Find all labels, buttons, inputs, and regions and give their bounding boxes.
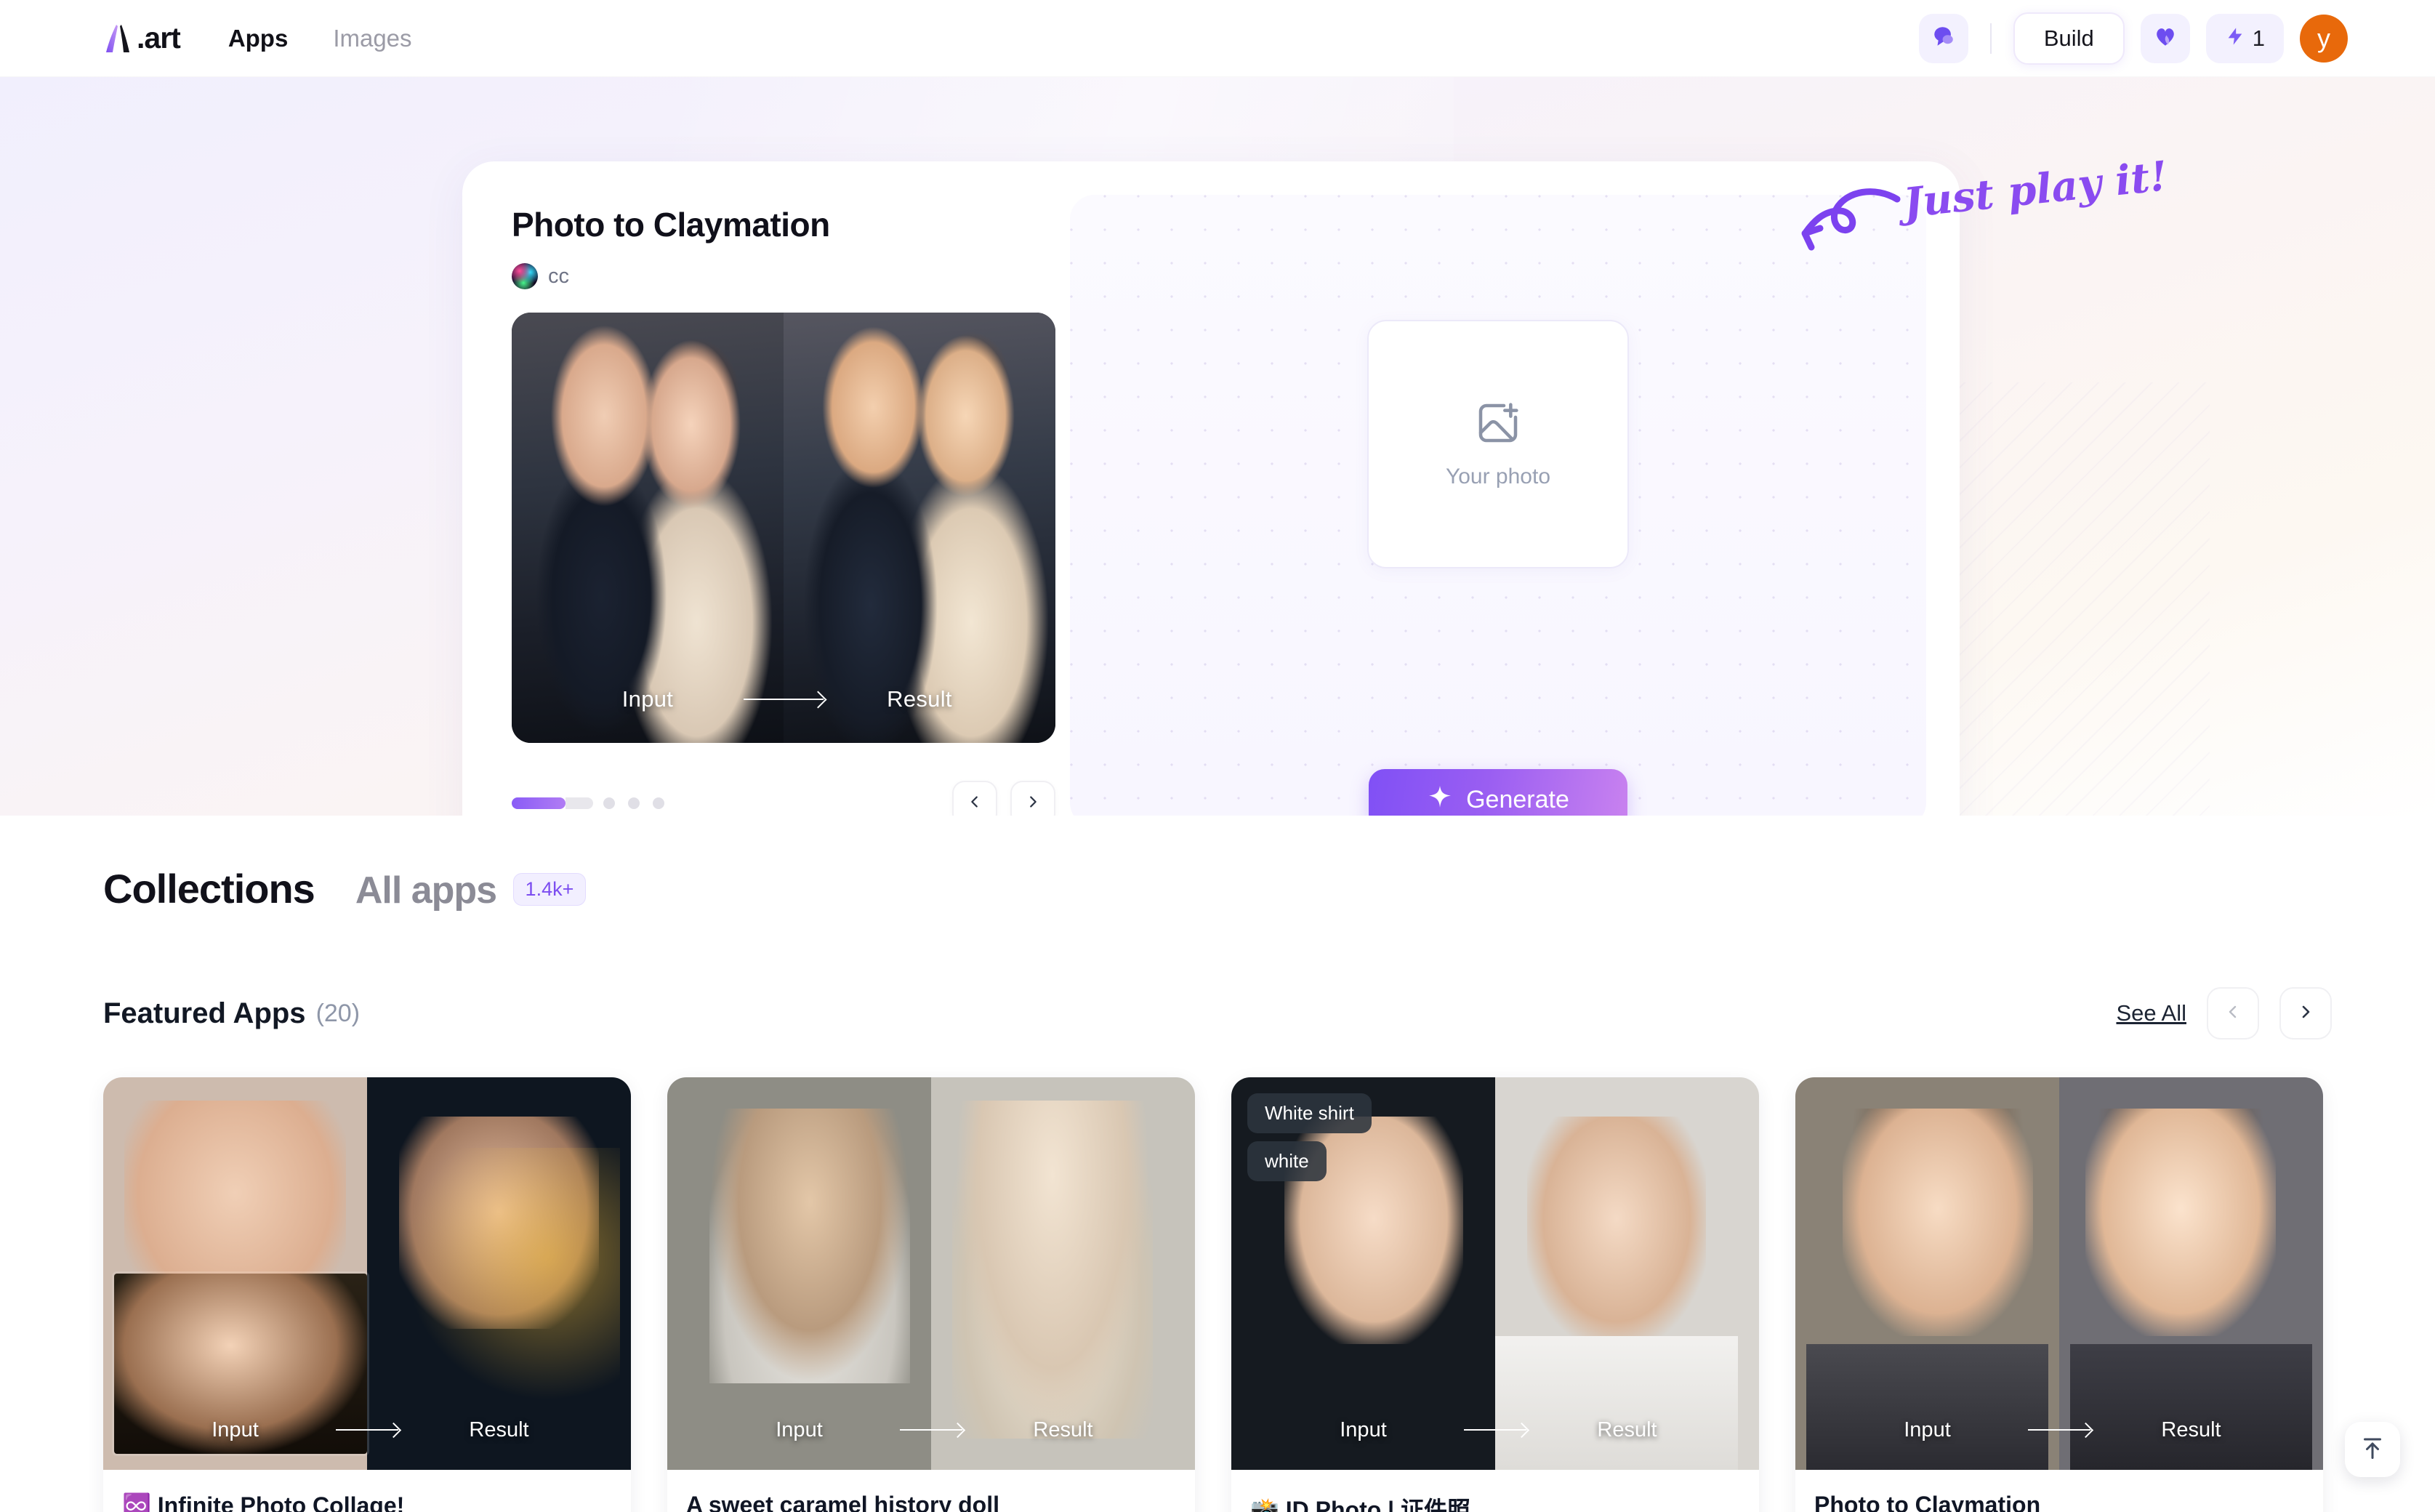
see-all-link[interactable]: See All xyxy=(2116,1000,2186,1026)
arrow-right-icon xyxy=(900,1429,962,1431)
arrow-to-top-icon xyxy=(2359,1435,2386,1465)
card-input-label: Input xyxy=(1340,1418,1387,1441)
carousel-dot[interactable] xyxy=(603,797,615,809)
upload-label: Your photo xyxy=(1445,464,1551,488)
featured-title: Featured Apps xyxy=(103,997,306,1029)
carousel-next-button[interactable] xyxy=(1010,781,1055,816)
featured-next-button[interactable] xyxy=(2279,987,2332,1040)
app-header: .art Apps Images Build 1 y xyxy=(0,0,2435,77)
logo-text: .art xyxy=(137,21,181,55)
card-io-labels: Input Result xyxy=(103,1390,631,1470)
sparkle-icon xyxy=(1427,784,1453,816)
list-item[interactable]: Input Result Photo to Claymation xyxy=(1795,1077,2323,1512)
hero-section: Photo to Claymation cc Input Result Your… xyxy=(0,77,2435,816)
card-thumbnail: Input Result xyxy=(103,1077,631,1470)
author-row[interactable]: cc xyxy=(512,263,1058,289)
photo-upload-dropzone[interactable]: Your photo xyxy=(1367,320,1629,568)
app-workspace: Your photo Generate xyxy=(1070,195,1926,816)
carousel-prev-button[interactable] xyxy=(952,781,997,816)
featured-count: (20) xyxy=(315,999,361,1027)
carousel-dot[interactable] xyxy=(628,797,640,809)
carousel-dot[interactable] xyxy=(653,797,664,809)
card-title: A sweet caramel history doll xyxy=(686,1492,999,1512)
carousel-arrows xyxy=(952,781,1055,816)
list-item[interactable]: Input Result ♾️ Infinite Photo Collage! xyxy=(103,1077,631,1512)
palette-button[interactable] xyxy=(2140,13,2190,63)
lightning-icon xyxy=(2225,25,2245,52)
featured-app-info: Photo to Claymation cc Input Result xyxy=(462,161,1058,816)
card-result-label: Result xyxy=(1033,1418,1093,1441)
main-nav: Apps Images xyxy=(228,25,412,52)
avatar xyxy=(512,263,538,289)
card-thumbnail: Input Result xyxy=(1795,1077,2323,1470)
featured-actions: See All xyxy=(2116,987,2332,1040)
carousel-dot-active[interactable] xyxy=(512,797,593,809)
preview-input-label: Input xyxy=(621,686,674,712)
card-chip-white-shirt[interactable]: White shirt xyxy=(1247,1093,1372,1133)
chat-bubble-button[interactable] xyxy=(1918,13,1968,63)
chevron-right-icon xyxy=(1025,792,1041,815)
arrow-right-icon xyxy=(336,1429,398,1431)
preview-labels: Input Result xyxy=(512,656,1055,743)
featured-apps-list: Input Result ♾️ Infinite Photo Collage! … xyxy=(103,1077,2323,1512)
tab-collections[interactable]: Collections xyxy=(103,865,315,912)
page-title: Photo to Claymation xyxy=(512,206,830,244)
list-item[interactable]: White shirt white Input Result 📸 ID Phot… xyxy=(1231,1077,1759,1512)
tab-all-apps-wrap: All apps 1.4k+ xyxy=(355,869,587,913)
card-io-labels: Input Result xyxy=(1795,1390,2323,1470)
app-preview-image[interactable]: Input Result xyxy=(512,313,1055,743)
credits-value: 1 xyxy=(2252,25,2265,51)
header-divider xyxy=(1989,23,1992,54)
chat-bubble-icon xyxy=(1931,24,1956,52)
arrow-right-icon xyxy=(744,699,824,700)
chevron-right-icon xyxy=(2297,1002,2314,1026)
card-io-labels: Input Result xyxy=(1231,1390,1759,1470)
card-thumbnail: Input Result xyxy=(667,1077,1195,1470)
generate-button[interactable]: Generate xyxy=(1369,769,1627,816)
nav-item-images[interactable]: Images xyxy=(333,25,411,52)
generate-label: Generate xyxy=(1466,785,1569,813)
list-item[interactable]: Input Result A sweet caramel history dol… xyxy=(667,1077,1195,1512)
featured-app-card: Photo to Claymation cc Input Result Your… xyxy=(462,161,1960,816)
card-input-label: Input xyxy=(1904,1418,1951,1441)
nav-item-apps[interactable]: Apps xyxy=(228,25,289,52)
author-name: cc xyxy=(548,264,569,288)
a-logo-icon xyxy=(102,22,135,55)
all-apps-count-badge: 1.4k+ xyxy=(512,873,587,906)
carousel-dots[interactable] xyxy=(512,797,664,809)
card-io-labels: Input Result xyxy=(667,1390,1195,1470)
featured-prev-button[interactable] xyxy=(2207,987,2259,1040)
arrow-right-icon xyxy=(1464,1429,1526,1431)
chevron-left-icon xyxy=(2224,1002,2242,1026)
palette-heart-icon xyxy=(2152,24,2178,52)
header-actions: Build 1 y xyxy=(1918,12,2348,65)
card-title: 📸 ID Photo | 证件照 xyxy=(1250,1497,1471,1512)
build-button[interactable]: Build xyxy=(2013,12,2125,65)
card-result-label: Result xyxy=(2161,1418,2221,1441)
card-title: Photo to Claymation xyxy=(1814,1492,2041,1512)
card-chip-white[interactable]: white xyxy=(1247,1141,1327,1181)
chevron-left-icon xyxy=(967,792,983,815)
card-title: ♾️ Infinite Photo Collage! xyxy=(122,1492,405,1512)
tab-all-apps[interactable]: All apps xyxy=(355,869,497,912)
collections-tabs: Collections All apps 1.4k+ xyxy=(103,865,587,913)
card-result-label: Result xyxy=(1597,1418,1657,1441)
card-thumbnail: White shirt white Input Result xyxy=(1231,1077,1759,1470)
featured-section-header: Featured Apps (20) See All xyxy=(103,987,2332,1040)
carousel-controls xyxy=(512,781,1055,816)
image-plus-icon xyxy=(1475,400,1521,450)
credits-button[interactable]: 1 xyxy=(2205,13,2284,63)
scroll-to-top-button[interactable] xyxy=(2345,1422,2400,1477)
arrow-right-icon xyxy=(2028,1429,2090,1431)
card-input-label: Input xyxy=(776,1418,823,1441)
logo[interactable]: .art xyxy=(102,21,181,55)
card-input-label: Input xyxy=(212,1418,259,1441)
card-result-label: Result xyxy=(469,1418,529,1441)
user-avatar[interactable]: y xyxy=(2300,14,2348,63)
